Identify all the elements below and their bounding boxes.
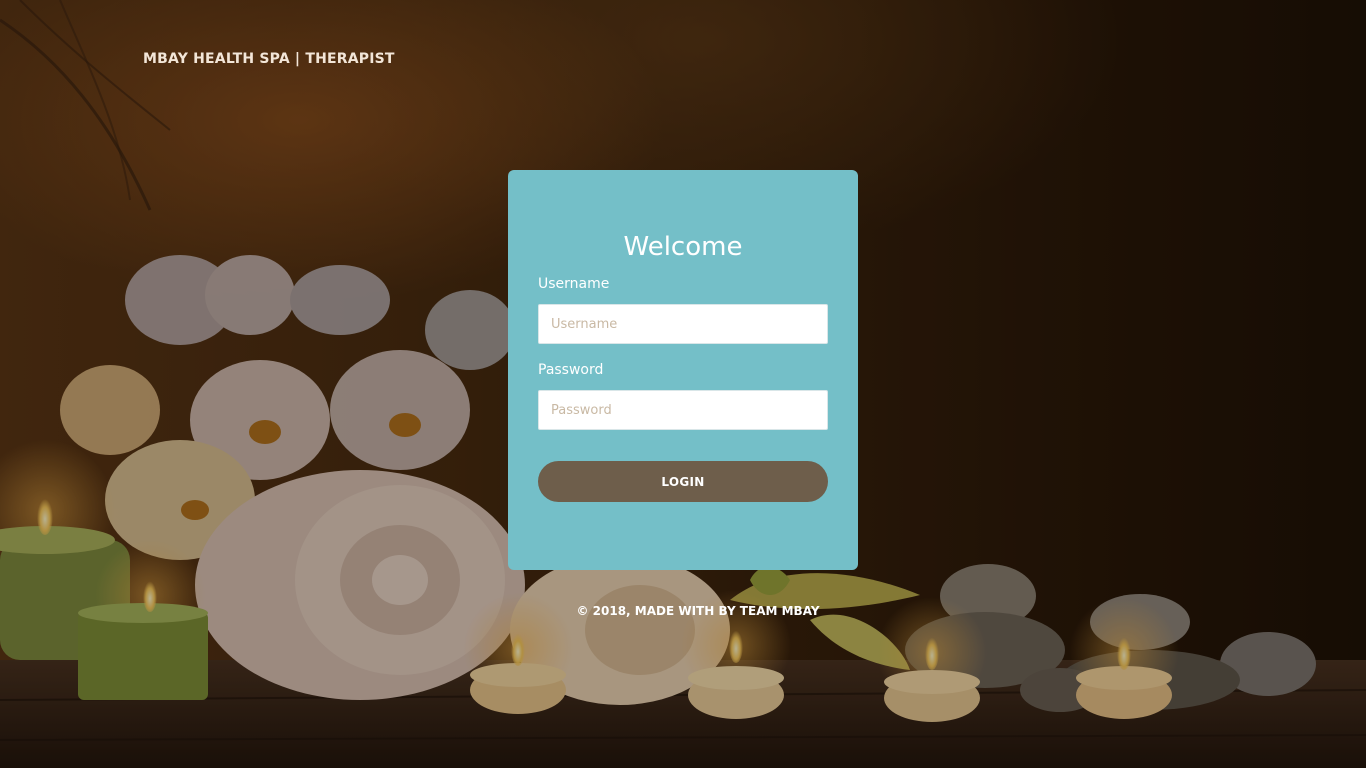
password-input[interactable] <box>538 390 828 430</box>
login-card: Welcome Username Password LOGIN <box>508 170 858 570</box>
password-label: Password <box>538 362 604 378</box>
username-input[interactable] <box>538 304 828 344</box>
footer-copyright: © 2018, MADE WITH BY TEAM MBAY <box>576 604 820 618</box>
welcome-heading: Welcome <box>623 232 743 262</box>
brand-title: MBAY HEALTH SPA | THERAPIST <box>143 51 395 67</box>
login-button[interactable]: LOGIN <box>538 461 828 502</box>
login-page: MBAY HEALTH SPA | THERAPIST Welcome User… <box>0 0 1366 768</box>
username-label: Username <box>538 276 610 292</box>
